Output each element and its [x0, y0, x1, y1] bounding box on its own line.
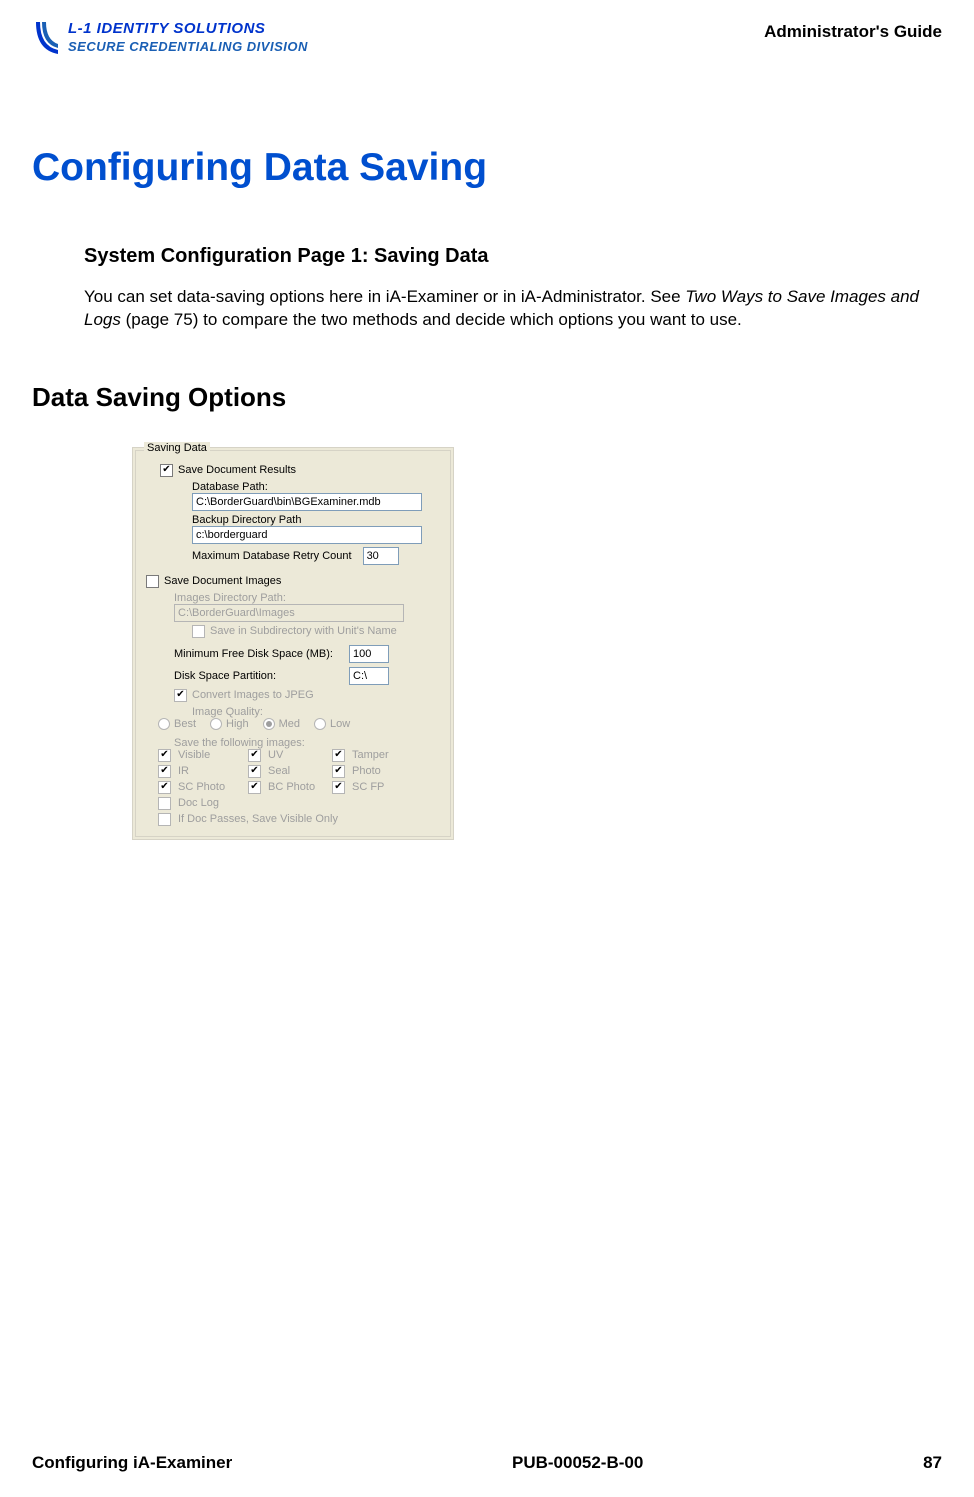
- img-scphoto-checkbox: [158, 781, 171, 794]
- img-bcphoto-checkbox: [248, 781, 261, 794]
- convert-jpeg-checkbox: [174, 689, 187, 702]
- save-subdir-checkbox: [192, 625, 205, 638]
- img-ifpass-checkbox: [158, 813, 171, 826]
- save-document-images-label: Save Document Images: [164, 575, 281, 587]
- logo-line-2: SECURE CREDENTIALING DIVISION: [68, 39, 308, 54]
- save-document-results-label: Save Document Results: [178, 464, 296, 476]
- logo-line-1: L-1 IDENTITY SOLUTIONS: [68, 20, 308, 37]
- save-subdir-row: Save in Subdirectory with Unit's Name: [192, 625, 440, 638]
- img-seal-checkbox: [248, 765, 261, 778]
- logo-icon: [32, 20, 62, 56]
- logo-block: L-1 IDENTITY SOLUTIONS SECURE CREDENTIAL…: [32, 20, 308, 56]
- db-path-input[interactable]: [192, 493, 422, 511]
- min-free-label: Minimum Free Disk Space (MB):: [174, 648, 344, 660]
- db-path-label: Database Path:: [192, 481, 440, 493]
- disk-partition-row: Disk Space Partition:: [174, 667, 440, 685]
- page-title: Configuring Data Saving: [32, 146, 942, 190]
- quality-best-radio: [158, 718, 170, 730]
- img-ir-checkbox: [158, 765, 171, 778]
- min-free-row: Minimum Free Disk Space (MB):: [174, 645, 440, 663]
- footer-right: 87: [923, 1453, 942, 1473]
- quality-low-radio: [314, 718, 326, 730]
- backup-dir-input[interactable]: [192, 526, 422, 544]
- subheading: System Configuration Page 1: Saving Data: [84, 245, 942, 268]
- disk-partition-input[interactable]: [349, 667, 389, 685]
- max-retry-input[interactable]: [363, 547, 399, 565]
- quality-high-radio: [210, 718, 222, 730]
- image-quality-radios: Best High Med Low: [158, 718, 440, 730]
- save-document-images-row: Save Document Images: [146, 575, 440, 588]
- img-visible-checkbox: [158, 749, 171, 762]
- save-images-grid: Visible UV Tamper IR Seal Photo SC Photo…: [158, 749, 440, 826]
- convert-jpeg-row: Convert Images to JPEG: [174, 689, 440, 702]
- saving-data-groupbox: Saving Data Save Document Results Databa…: [135, 450, 451, 837]
- img-scfp-checkbox: [332, 781, 345, 794]
- convert-jpeg-label: Convert Images to JPEG: [192, 689, 314, 701]
- intro-part-1: You can set data-saving options here in …: [84, 287, 685, 306]
- page-header: L-1 IDENTITY SOLUTIONS SECURE CREDENTIAL…: [32, 20, 942, 56]
- save-document-results-checkbox[interactable]: [160, 464, 173, 477]
- backup-dir-label: Backup Directory Path: [192, 514, 440, 526]
- img-uv-checkbox: [248, 749, 261, 762]
- page-footer: Configuring iA-Examiner PUB-00052-B-00 8…: [32, 1453, 942, 1473]
- guide-title: Administrator's Guide: [764, 22, 942, 42]
- footer-left: Configuring iA-Examiner: [32, 1453, 232, 1473]
- img-photo-checkbox: [332, 765, 345, 778]
- quality-med-radio: [263, 718, 275, 730]
- save-document-images-checkbox[interactable]: [146, 575, 159, 588]
- save-subdir-label: Save in Subdirectory with Unit's Name: [210, 625, 397, 637]
- max-retry-label: Maximum Database Retry Count: [192, 550, 352, 562]
- min-free-input[interactable]: [349, 645, 389, 663]
- intro-part-2: (page 75) to compare the two methods and…: [121, 310, 742, 329]
- disk-partition-label: Disk Space Partition:: [174, 670, 344, 682]
- footer-center: PUB-00052-B-00: [512, 1453, 643, 1473]
- images-dir-label: Images Directory Path:: [174, 592, 440, 604]
- images-dir-input: [174, 604, 404, 622]
- save-document-results-row: Save Document Results: [160, 464, 440, 477]
- intro-paragraph: You can set data-saving options here in …: [84, 286, 922, 332]
- image-quality-label: Image Quality:: [192, 706, 263, 718]
- save-following-label: Save the following images:: [174, 737, 305, 749]
- img-tamper-checkbox: [332, 749, 345, 762]
- groupbox-title: Saving Data: [144, 442, 210, 454]
- saving-data-dialog: Saving Data Save Document Results Databa…: [132, 447, 454, 840]
- max-retry-row: Maximum Database Retry Count: [192, 547, 440, 565]
- logo-text: L-1 IDENTITY SOLUTIONS SECURE CREDENTIAL…: [68, 20, 308, 54]
- img-doclog-checkbox: [158, 797, 171, 810]
- section-heading: Data Saving Options: [32, 382, 942, 413]
